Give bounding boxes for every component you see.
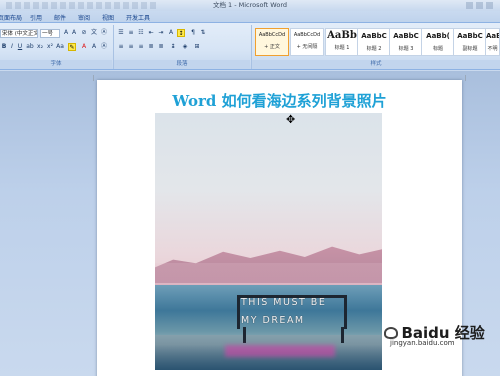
style-name: 标题 2 [366,46,382,52]
style-name: + 正文 [264,44,280,50]
bench-leg [243,327,246,343]
quick-access-toolbar[interactable] [6,2,156,9]
font-size-combo[interactable]: 一号 [40,29,60,38]
style-name: 不明 [487,46,498,52]
bullets-icon[interactable]: ☰ [117,29,125,37]
enclose-char-icon[interactable]: Ⓐ [100,29,108,37]
style-subtitle[interactable]: AaBbC 副标题 [453,28,487,56]
font-name-combo[interactable]: 宋体 (中文正文) [0,29,38,38]
photo-text-line: MY DREAM [241,315,305,326]
style-name: + 无间隔 [296,44,318,50]
char-shading-icon[interactable]: A [90,43,98,51]
increase-indent-icon[interactable]: ⇥ [157,29,165,37]
margin-marker [93,75,94,81]
phonetic-icon[interactable]: 文 [90,29,98,37]
style-sample: AaBbCcDd [293,32,321,38]
window-controls[interactable] [466,2,496,9]
subscript-icon[interactable]: x₂ [36,43,44,51]
group-label-styles: 样式 [252,60,500,69]
style-no-spacing[interactable]: AaBbCcDd + 无间隔 [290,28,324,56]
chinese-layout-icon[interactable]: A [167,29,175,37]
style-heading-3[interactable]: AaBbC 标题 3 [389,28,423,56]
tab-references[interactable]: 引用 [30,13,42,22]
watermark-url: jingyan.baidu.com [390,339,455,347]
bench-leg [341,327,344,343]
style-name: 标题 3 [398,46,414,52]
change-case-icon[interactable]: Aa [56,43,64,51]
multilevel-list-icon[interactable]: ☷ [137,29,145,37]
style-subtle[interactable]: AaBbC 不明 [485,28,500,56]
tab-developer[interactable]: 开发工具 [126,13,150,22]
style-sample: AaBbC [486,32,499,40]
grow-font-icon[interactable]: A [62,29,70,37]
style-sample: AaBbC [457,32,483,40]
style-sample: AaBb( [426,32,450,40]
tab-mailings[interactable]: 邮件 [54,13,66,22]
style-heading-1[interactable]: AaBb 标题 1 [325,28,359,56]
align-right-icon[interactable]: ≡ [137,43,145,51]
shading-icon[interactable]: ◈ [181,43,189,51]
beach-photo[interactable]: THIS MUST BE MY DREAM [155,113,382,370]
margin-marker [465,75,466,81]
borders-icon[interactable]: ⊞ [193,43,201,51]
show-marks-icon[interactable]: ¶ [189,29,197,37]
style-sample: AaBbC [393,32,419,40]
clear-format-icon[interactable]: ⊘ [80,29,88,37]
superscript-icon[interactable]: x² [46,43,54,51]
photo-pink-reflection [225,345,335,357]
sort-icon[interactable]: ↕ [177,29,185,37]
align-left-icon[interactable]: ≡ [117,43,125,51]
style-normal[interactable]: AaBbCcDd + 正文 [255,28,289,56]
group-label-font: 字体 [0,60,112,69]
style-sample: AaBbC [361,32,387,40]
style-name: 标题 [432,46,443,52]
tab-view[interactable]: 视图 [102,13,114,22]
title-bar: 文档 1 - Microsoft Word [0,0,500,11]
align-center-icon[interactable]: ≡ [127,43,135,51]
tab-review[interactable]: 审阅 [78,13,90,22]
underline-icon[interactable]: U [16,43,24,51]
photo-text-line: THIS MUST BE [241,297,327,308]
move-cursor-icon: ✥ [286,113,296,126]
style-sample: AaBb [327,30,357,41]
char-border-icon[interactable]: Ⓐ [100,43,108,51]
numbering-icon[interactable]: ≡ [127,29,135,37]
line-spacing-icon[interactable]: ↨ [169,43,177,51]
style-title[interactable]: AaBb( 标题 [421,28,455,56]
bold-icon[interactable]: B [0,43,8,51]
baidu-paw-icon [384,326,398,339]
highlight-icon[interactable]: ✎ [68,43,76,51]
ribbon-tabs: 页面布局 引用 邮件 审阅 视图 开发工具 [0,11,500,23]
ribbon: 宋体 (中文正文) 一号 A A ⊘ 文 Ⓐ B I U ab x₂ x² Aa… [0,23,500,70]
font-color-icon[interactable]: A [80,43,88,51]
decrease-indent-icon[interactable]: ⇤ [147,29,155,37]
tab-page-layout[interactable]: 页面布局 [0,13,22,22]
strikethrough-icon[interactable]: ab [26,43,34,51]
text-direction-icon[interactable]: ⇅ [199,29,207,37]
distribute-icon[interactable]: ≣ [157,43,165,51]
style-name: 副标题 [462,46,478,52]
shrink-font-icon[interactable]: A [70,29,78,37]
style-name: 标题 1 [334,45,350,51]
justify-icon[interactable]: ≣ [147,43,155,51]
document-title[interactable]: Word 如何看海边系列背景照片 [97,90,462,111]
style-sample: AaBbCcDd [258,32,286,38]
window-title: 文档 1 - Microsoft Word [212,1,288,9]
group-label-paragraph: 段落 [114,60,250,69]
italic-icon[interactable]: I [8,43,16,51]
style-heading-2[interactable]: AaBbC 标题 2 [357,28,391,56]
